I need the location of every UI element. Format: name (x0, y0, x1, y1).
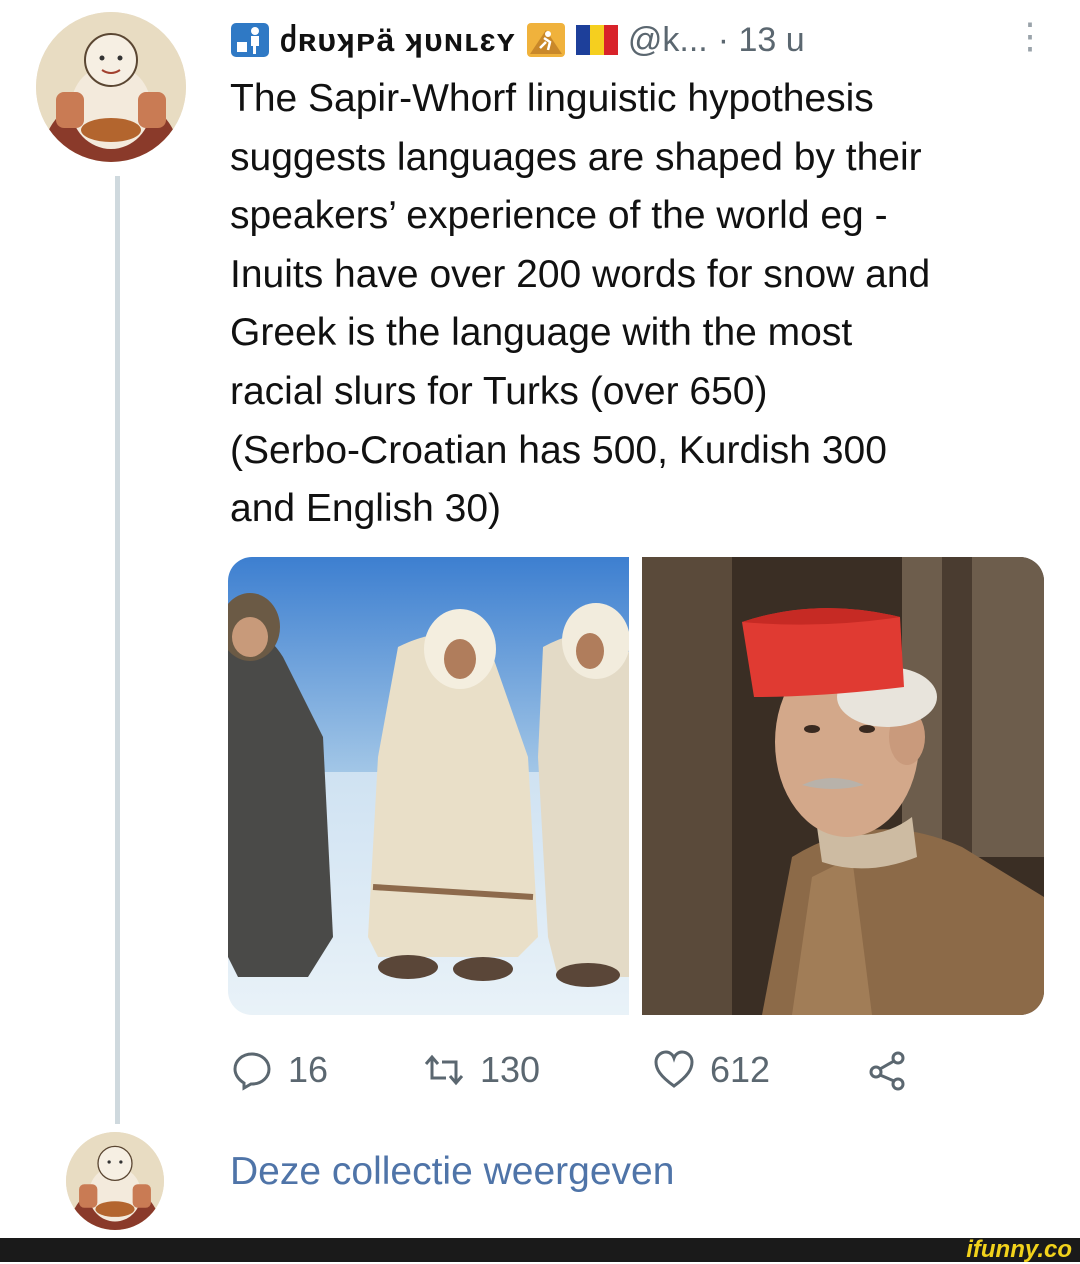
like-count: 612 (710, 1049, 771, 1090)
tweet-header: ძʀᴜʞᴘä ʞᴜɴʟɛʏ @k... · 13 u (230, 14, 805, 66)
climber-emoji-icon (526, 22, 566, 58)
tweet-text-line: The Sapir-Whorf linguistic hypothesis (230, 77, 874, 120)
tweet-text-line: (Serbo-Croatian has 500, Kurdish 300 (230, 428, 887, 472)
reply-count: 16 (288, 1049, 329, 1090)
tweet-text-line: speakers’ experience of the world eg - (230, 194, 888, 238)
more-vertical-icon[interactable]: ⋮ (1012, 18, 1048, 54)
tweet-timestamp[interactable]: · 13 u (718, 21, 805, 60)
tweet-text-line: Inuits have over 200 words for snow and (230, 252, 931, 296)
tweet-text: The Sapir-Whorf linguistic hypothesis su… (230, 70, 1050, 539)
tweet-text-line: racial slurs for Turks (over 650) (230, 369, 768, 413)
avatar-image (36, 12, 186, 162)
tweet-text-line: suggests languages are shaped by their (230, 135, 922, 179)
tweet-text-line: Greek is the language with the most (230, 311, 853, 355)
show-collection-link[interactable]: Deze collectie weergeven (230, 1150, 674, 1194)
like-button[interactable]: 612 (652, 1048, 770, 1092)
retweet-icon (424, 1054, 464, 1086)
display-name[interactable]: ძʀᴜʞᴘä ʞᴜɴʟɛʏ (280, 21, 516, 59)
user-handle[interactable]: @k... (628, 21, 708, 60)
ifunny-watermark: ifunny.co (966, 1236, 1072, 1263)
flag-icon (575, 25, 618, 55)
retweet-count: 130 (480, 1049, 541, 1090)
tweet-photo-man-in-fez[interactable] (642, 557, 1044, 1015)
reply-button[interactable]: 16 (230, 1048, 328, 1092)
avatar-image (66, 1132, 164, 1230)
heart-icon (654, 1050, 694, 1088)
user-avatar[interactable] (36, 12, 186, 162)
share-icon (869, 1051, 905, 1091)
tweet-photo-fur-coats[interactable] (228, 557, 629, 1015)
bottom-bar (0, 1238, 1080, 1262)
thread-line (115, 176, 120, 1124)
tweet-text-line: and English 30) (230, 487, 502, 531)
user-avatar-small[interactable] (66, 1132, 164, 1230)
reply-icon (233, 1052, 271, 1091)
person-sign-emoji-icon (230, 22, 270, 58)
retweet-button[interactable]: 130 (422, 1048, 540, 1092)
share-button[interactable] (866, 1048, 910, 1092)
